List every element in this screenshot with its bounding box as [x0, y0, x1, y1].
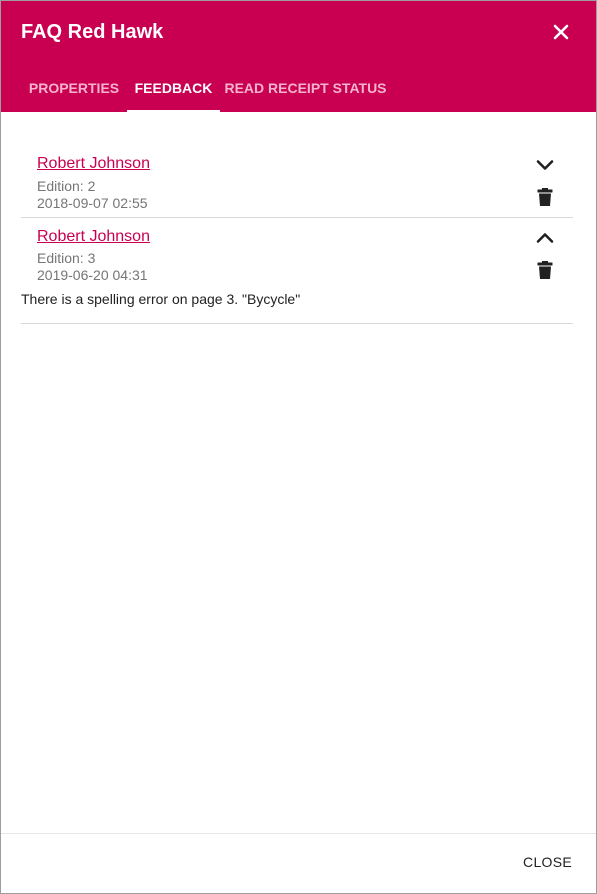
tab-properties[interactable]: PROPERTIES	[21, 67, 127, 112]
feedback-edition: Edition: 3	[37, 250, 96, 266]
feedback-item: Robert Johnson Edition: 2 2018-09-07 02:…	[21, 152, 573, 218]
tab-bar: PROPERTIES FEEDBACK READ RECEIPT STATUS	[1, 67, 596, 112]
feedback-dialog: FAQ Red Hawk PROPERTIES FEEDBACK READ RE…	[0, 0, 597, 894]
tab-read-receipt-status[interactable]: READ RECEIPT STATUS	[220, 67, 391, 112]
feedback-message: There is a spelling error on page 3. "By…	[21, 291, 301, 307]
feedback-timestamp: 2019-06-20 04:31	[37, 267, 148, 283]
tab-feedback[interactable]: FEEDBACK	[127, 67, 220, 112]
feedback-author-link[interactable]: Robert Johnson	[37, 228, 150, 246]
feedback-author-link[interactable]: Robert Johnson	[37, 155, 150, 173]
close-icon[interactable]	[549, 20, 573, 44]
trash-icon[interactable]	[533, 258, 557, 282]
feedback-edition: Edition: 2	[37, 178, 96, 194]
feedback-item: Robert Johnson Edition: 3 2019-06-20 04:…	[21, 218, 573, 324]
chevron-down-icon[interactable]	[533, 153, 557, 177]
close-button[interactable]: CLOSE	[523, 854, 572, 870]
trash-icon[interactable]	[533, 185, 557, 209]
feedback-timestamp: 2018-09-07 02:55	[37, 195, 148, 211]
chevron-up-icon[interactable]	[533, 226, 557, 250]
dialog-footer: CLOSE	[1, 833, 596, 893]
dialog-header: FAQ Red Hawk PROPERTIES FEEDBACK READ RE…	[1, 1, 596, 112]
dialog-title: FAQ Red Hawk	[21, 21, 164, 43]
